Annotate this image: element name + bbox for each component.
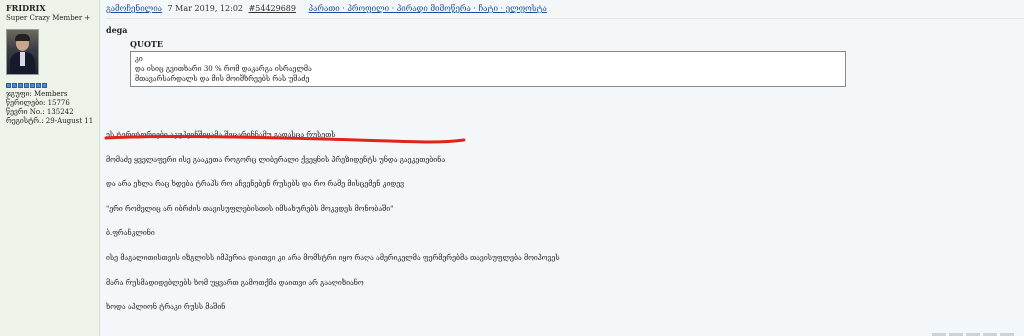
forum-post: FRIDRIX Super Crazy Member + ჯგუფი: Memb…: [0, 0, 1024, 336]
body-line: "ერი რომელიც არ იბრძის თავისუფლებისთის ი…: [106, 204, 394, 213]
quote-line: და ისიც გვითხარი 30 % რომ დაკარგა ისრაელ…: [135, 65, 312, 73]
post-content: გამოჩენილია 7 Mar 2019, 12:02 #54429689 …: [100, 0, 1024, 336]
rank-pip-icon: [12, 83, 17, 88]
post-header: გამოჩენილია 7 Mar 2019, 12:02 #54429689 …: [106, 4, 1024, 19]
rank-pip-icon: [30, 83, 35, 88]
profile-link[interactable]: გამოჩენილია: [106, 4, 162, 13]
post-actions[interactable]: პარათი · პროფილი · პირადი მიმოწერა · ჩატ…: [309, 4, 547, 13]
rank-pip-icon: [18, 83, 23, 88]
red-underline-mark: [104, 134, 466, 144]
body-line: ისე მაგალითისთვის იზგლისს იმპერია დაითვი…: [106, 253, 560, 262]
body-line: მომაძე ყველაფერი ისე გააკეთა როგორც ლიბე…: [106, 155, 446, 164]
body-line: მარა რუსმადიდებლებს ხომ უყვართ გამოთქმა …: [106, 278, 364, 287]
author-name[interactable]: FRIDRIX: [6, 4, 95, 13]
author-rank: Super Crazy Member +: [6, 14, 91, 22]
rank-pips: [6, 83, 95, 88]
author-panel: FRIDRIX Super Crazy Member + ჯგუფი: Memb…: [0, 0, 100, 336]
post-body: ეს ტერიტორიები აკუპეინშიყამა შეცარიჩნამუ…: [106, 131, 1024, 328]
avatar[interactable]: [6, 29, 39, 75]
rank-pip-icon: [24, 83, 29, 88]
author-member-no: წევრი No.: 135242: [6, 108, 74, 116]
quote-line: მთავარსარდალს და მის მოიშხრეებს რას უშაძ…: [135, 75, 310, 83]
rank-pip-icon: [42, 83, 47, 88]
rank-pip-icon: [6, 83, 11, 88]
body-line: ხოდა აპლიონ ტრაკი რუსს მაშინ: [106, 303, 226, 312]
quote-line: კი: [135, 55, 143, 63]
author-posts: წერილები: 15776: [6, 99, 70, 107]
quote-box: კი და ისიც გვითხარი 30 % რომ დაკარგა ისრ…: [130, 51, 846, 87]
author-group: ჯგუფი: Members: [6, 90, 68, 98]
quote-label: QUOTE: [130, 39, 163, 49]
rank-pip-icon: [36, 83, 41, 88]
post-date: 7 Mar 2019, 12:02: [167, 4, 244, 13]
quoted-user: dega: [106, 25, 128, 35]
body-line: ბ.ფრანკლინი: [106, 229, 155, 238]
author-registered: რეგისტრ.: 29-August 11: [6, 117, 94, 125]
body-line: და არა ეხლა რაც ხდება ტრაპს რო აჩვენებენ…: [106, 180, 405, 189]
post-id-link[interactable]: #54429689: [249, 4, 296, 13]
